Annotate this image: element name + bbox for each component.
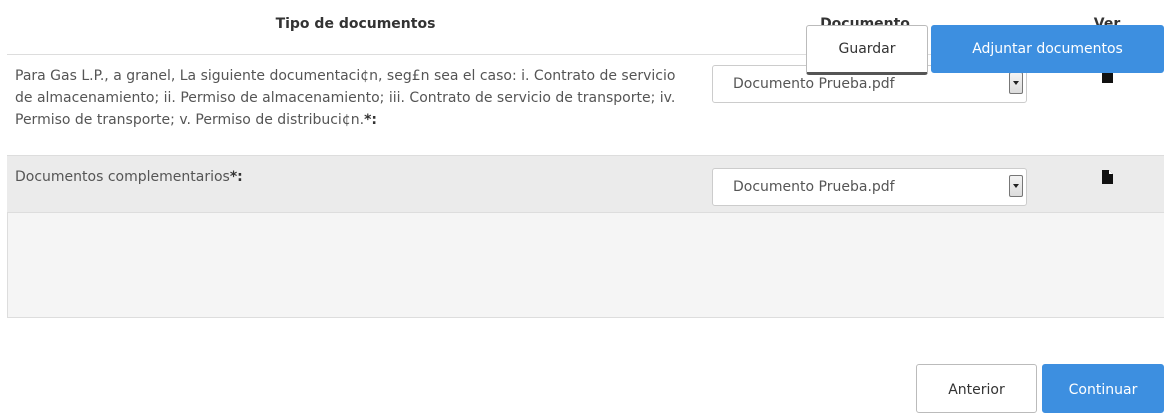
document-type-text: Documentos complementarios [15, 169, 230, 185]
save-button[interactable]: Guardar [806, 25, 928, 75]
chevron-down-icon[interactable] [1009, 72, 1023, 94]
chevron-down-icon[interactable] [1009, 175, 1023, 197]
document-type-cell: Documentos complementarios*: [7, 155, 704, 213]
view-document-cell [1050, 155, 1164, 213]
document-type-text: Para Gas L.P., a granel, La siguiente do… [15, 68, 676, 128]
document-select-value: Documento Prueba.pdf [733, 76, 895, 92]
file-icon[interactable] [1101, 170, 1113, 184]
required-mark: *: [229, 169, 243, 185]
previous-button[interactable]: Anterior [916, 364, 1037, 413]
required-mark: *: [364, 112, 377, 128]
table-row: Documentos complementarios*: Documento P… [7, 155, 1164, 213]
continue-button[interactable]: Continuar [1042, 364, 1164, 413]
document-select-cell: Documento Prueba.pdf [704, 155, 1050, 213]
document-select-value: Documento Prueba.pdf [733, 179, 895, 195]
document-select[interactable]: Documento Prueba.pdf [712, 168, 1027, 206]
document-type-cell: Para Gas L.P., a granel, La siguiente do… [7, 54, 704, 156]
attach-documents-button[interactable]: Adjuntar documentos [931, 25, 1164, 73]
header-document-type: Tipo de documentos [7, 0, 704, 55]
